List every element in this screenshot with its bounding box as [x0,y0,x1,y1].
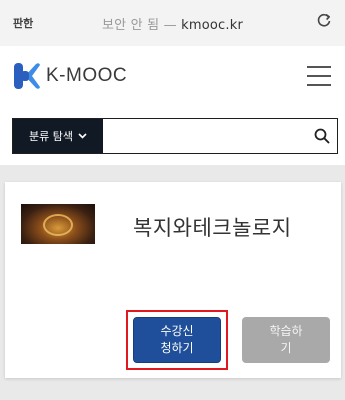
k-logo-icon [14,63,40,89]
enroll-label-line2: 청하기 [160,341,194,355]
search-icon[interactable] [307,119,337,153]
logo-text: K-MOOC [46,65,128,86]
study-label-line1: 학습하 [269,324,303,338]
course-card: 복지와테크놀로지 수강신 청하기 학습하 기 [5,182,341,378]
hamburger-menu-icon[interactable] [307,66,331,88]
search-input[interactable] [103,119,307,153]
url-display[interactable]: 보안 안 됨 — kmooc.kr [0,14,345,33]
security-label: 보안 안 됨 — [101,18,177,33]
enroll-label-line1: 수강신 [160,324,194,338]
study-label-line2: 기 [280,341,292,355]
url-label: kmooc.kr [181,18,244,33]
chevron-down-icon [78,131,87,142]
course-thumbnail[interactable] [21,204,95,244]
study-button[interactable]: 학습하 기 [242,317,330,363]
search-bar: 분류 탐색 [12,118,338,154]
reload-icon[interactable] [315,11,333,29]
course-title[interactable]: 복지와테크놀로지 [133,212,292,242]
site-header: K-MOOC [0,46,345,110]
category-explore-button[interactable]: 분류 탐색 [13,119,103,153]
address-bar[interactable]: 판한 보안 안 됨 — kmooc.kr [0,0,345,47]
browser-page: 판한 보안 안 됨 — kmooc.kr K-MOOC 분류 탐색 복지와테크놀… [0,0,345,400]
site-logo[interactable]: K-MOOC [12,61,127,91]
enroll-button[interactable]: 수강신 청하기 [133,317,221,363]
category-label: 분류 탐색 [29,130,73,143]
